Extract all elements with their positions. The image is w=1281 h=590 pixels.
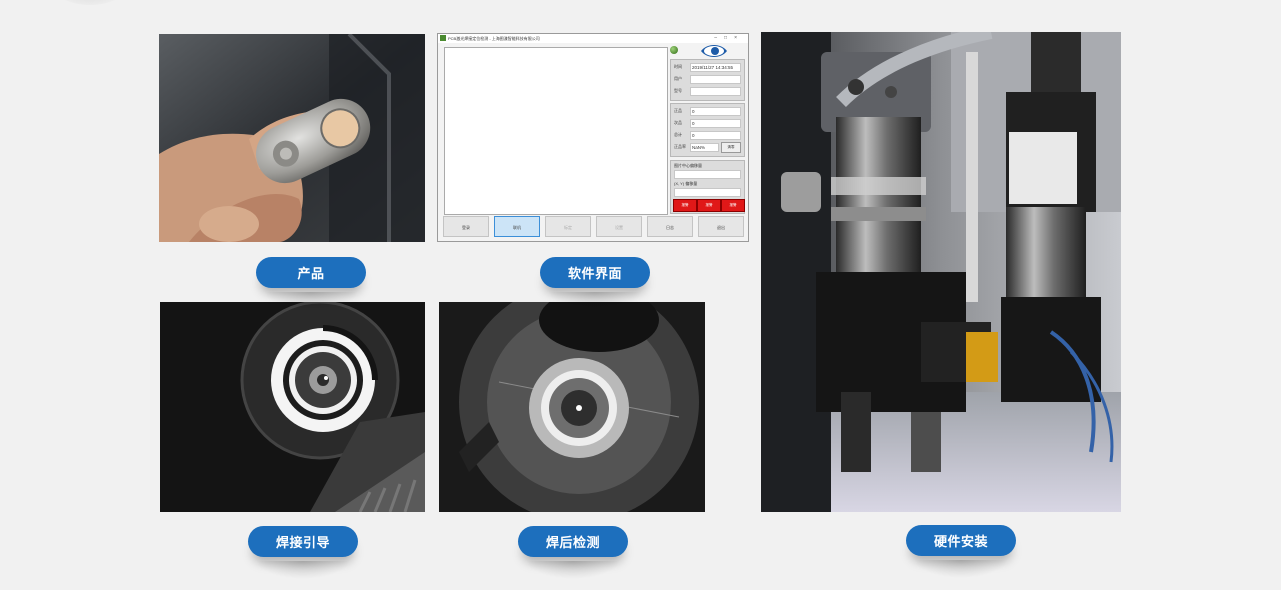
- ng-count-label: 次品: [674, 120, 682, 125]
- total-count-label: 总计: [674, 132, 682, 137]
- ok-count-label: 正品: [674, 108, 682, 113]
- decorative-shadow: [50, 0, 130, 5]
- model-field[interactable]: [690, 87, 741, 96]
- eye-logo-icon: [701, 45, 727, 57]
- datetime-label: 时间: [674, 64, 682, 69]
- exit-button[interactable]: 退出: [698, 216, 744, 237]
- stats-panel: 正品 0 次品 0 总计 0 正品率 NaN% 清零: [670, 103, 745, 157]
- alarm-button-1[interactable]: 报警: [673, 199, 697, 212]
- calibrate-button[interactable]: 标定: [545, 216, 591, 237]
- datetime-value: 2019/11/27 14:34:55: [690, 63, 741, 72]
- weld-guide-image: [160, 302, 425, 512]
- post-weld-inspection-image: [439, 302, 705, 512]
- yield-rate-value: NaN%: [690, 143, 719, 152]
- xy-offset-label: (X, Y) 偏移量: [674, 181, 698, 186]
- label-post-weld-inspection: 焊后检测: [518, 526, 628, 579]
- offset-field[interactable]: [674, 170, 741, 179]
- label-product: 产品: [256, 257, 366, 310]
- yield-rate-label: 正品率: [674, 144, 686, 149]
- offset-label: 图片中心偏移量: [674, 163, 702, 168]
- label-weld-guide: 焊接引导: [248, 526, 358, 579]
- user-label: 用户: [674, 76, 682, 81]
- window-controls[interactable]: –□×: [714, 34, 744, 43]
- xy-offset-field[interactable]: [674, 188, 741, 197]
- user-field[interactable]: [690, 75, 741, 84]
- log-area[interactable]: [444, 47, 668, 215]
- alarm-button-3[interactable]: 报警: [721, 199, 745, 212]
- hardware-photo: [761, 32, 1121, 512]
- alarm-button-2[interactable]: 报警: [697, 199, 721, 212]
- online-button[interactable]: 联机: [494, 216, 540, 237]
- login-button[interactable]: 登录: [443, 216, 489, 237]
- log-button[interactable]: 日志: [647, 216, 693, 237]
- settings-button[interactable]: 设置: [596, 216, 642, 237]
- product-photo: [159, 34, 425, 242]
- app-icon: [440, 35, 446, 41]
- ok-count-value: 0: [690, 107, 741, 116]
- ng-count-value: 0: [690, 119, 741, 128]
- info-panel: 时间 2019/11/27 14:34:55 用户 型号: [670, 59, 745, 101]
- offset-panel: 图片中心偏移量 (X, Y) 偏移量 报警 报警 报警: [670, 160, 745, 214]
- window-title: PCB激光焊接定位检测 - 上海图漾智能科技有限公司: [448, 36, 540, 41]
- software-window: PCB激光焊接定位检测 - 上海图漾智能科技有限公司 –□× 时间 2019/11…: [437, 33, 749, 242]
- clear-button[interactable]: 清零: [721, 142, 741, 153]
- label-hardware: 硬件安装: [906, 525, 1016, 578]
- window-titlebar: PCB激光焊接定位检测 - 上海图漾智能科技有限公司 –□×: [438, 34, 748, 43]
- model-label: 型号: [674, 88, 682, 93]
- total-count-value: 0: [690, 131, 741, 140]
- status-led: [670, 46, 678, 54]
- label-software: 软件界面: [540, 257, 650, 310]
